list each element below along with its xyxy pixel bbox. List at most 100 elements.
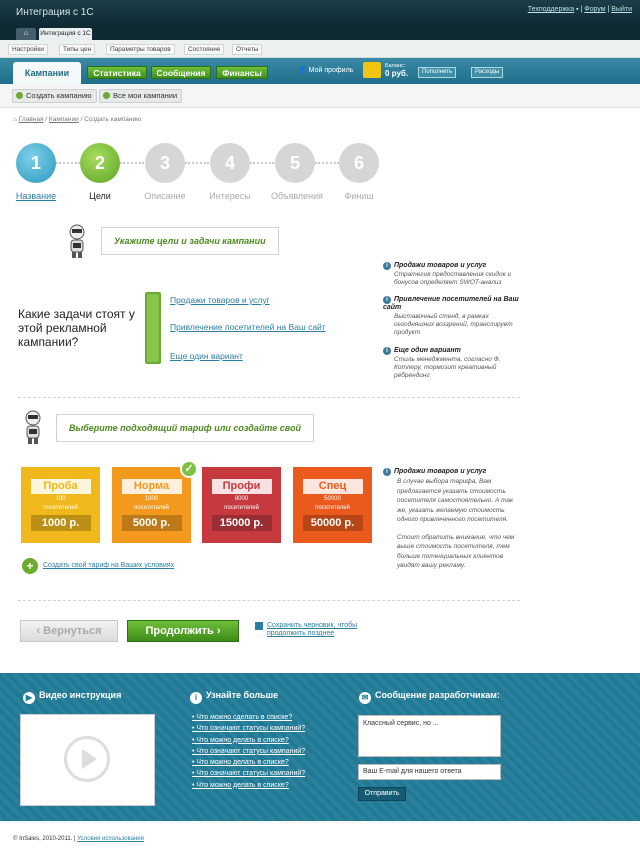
goal-option-sales[interactable]: Продажи товаров и услуг <box>170 295 270 305</box>
tariff-card-norma[interactable]: Норма 1000 посетителей 5000 р. <box>112 467 191 543</box>
message-textarea[interactable]: Классный сервис, но ... <box>358 715 501 757</box>
goal-option-other[interactable]: Еще один вариант <box>170 351 243 361</box>
sub-nav: Настройки Типы цен Параметры товаров Сос… <box>0 40 640 58</box>
expenses-button[interactable]: Расходы <box>471 67 504 78</box>
send-button[interactable]: Отправить <box>358 787 406 801</box>
goals-bracket <box>145 292 161 364</box>
back-label: Вернуться <box>43 625 102 637</box>
forum-link[interactable]: Форум <box>584 6 605 13</box>
step-connector <box>185 162 209 164</box>
tariff-unit: посетителей <box>43 505 78 511</box>
nav-campaigns[interactable]: Кампании <box>13 62 81 84</box>
user-icon: 👤 <box>298 67 307 74</box>
tariff-card-proba[interactable]: Проба 100 посетителей 1000 р. <box>21 467 100 543</box>
save-icon <box>255 622 263 630</box>
step-1-label[interactable]: Название <box>6 191 66 201</box>
tariff-name: Профи <box>211 479 272 494</box>
step-5: 5 <box>275 143 315 183</box>
step-3-label: Описание <box>144 191 186 201</box>
video-icon: ▶ <box>23 692 35 704</box>
tariff-card-spec[interactable]: Спец 50000 посетителей 50000 р. <box>293 467 372 543</box>
chat-icon: ✉ <box>359 692 371 704</box>
home-tab[interactable]: ⌂ <box>16 28 36 40</box>
subnav-product-params[interactable]: Параметры товаров <box>106 44 175 55</box>
nav-statistics[interactable]: Статистика <box>87 66 147 79</box>
tariffs-hint-bubble: Выберите подходящий тариф или создайте с… <box>56 414 314 442</box>
goal-info-2: i Привлечение посетителей на Ваш сайт Выс… <box>383 296 523 337</box>
info-icon: i <box>383 262 391 270</box>
subnav-status[interactable]: Состояние <box>184 44 225 55</box>
all-campaigns-label: Все мои кампании <box>113 91 178 100</box>
tariff-visits: 8000 <box>234 496 249 502</box>
save-draft-link[interactable]: Сохранить черновик, чтобы продолжить поз… <box>267 622 377 638</box>
tariff-visits: 50000 <box>324 496 341 502</box>
help-link[interactable]: Что можно делать в списке? <box>192 780 305 791</box>
goal-option-traffic[interactable]: Привлечение посетителей на Ваш сайт <box>170 322 326 332</box>
goal-info-3-title: Еще один вариант <box>394 347 461 354</box>
create-own-tariff-link[interactable]: Создать свой тариф на Ваших условиях <box>43 562 174 569</box>
info-icon: i <box>383 468 391 476</box>
goals-question: Какие задачи стоят у этой рекламной камп… <box>18 307 135 349</box>
copyright-text: © InSales, 2010-2011. <box>13 836 73 842</box>
help-link[interactable]: Что означают статусы кампаний? <box>192 723 305 734</box>
help-link[interactable]: Что означают статусы кампаний? <box>192 746 305 757</box>
all-campaigns-button[interactable]: Все мои кампании <box>99 89 183 103</box>
plus-icon <box>16 92 23 99</box>
create-campaign-label: Создать кампанию <box>26 91 92 100</box>
terms-link[interactable]: Условия использования <box>77 836 144 842</box>
wallet-icon <box>363 62 381 78</box>
support-link[interactable]: Техподдержка <box>528 6 574 13</box>
divider <box>18 397 520 398</box>
tariff-info-title: Продажи товаров и услуг <box>394 468 487 475</box>
continue-button[interactable]: Продолжить › <box>127 620 239 642</box>
step-4: 4 <box>210 143 250 183</box>
nav-finance[interactable]: Финансы <box>216 66 268 79</box>
goal-info-2-title: Привлечение посетителей на Ваш сайт <box>383 296 519 311</box>
goal-info-3-text: Стиль менеджмента, согласно Ф. Котлеру, … <box>394 356 501 379</box>
email-field[interactable]: Ваш E-mail для нашего ответа <box>358 764 501 780</box>
tariff-price: 15000 р. <box>211 515 272 531</box>
help-link[interactable]: Что можно сделать в списке? <box>192 712 305 723</box>
crumb-campaigns[interactable]: Кампании <box>49 116 79 123</box>
tab-row <box>0 26 640 40</box>
tariff-name: Норма <box>121 479 182 494</box>
tariff-unit: посетителей <box>224 505 259 511</box>
goal-info-1-title: Продажи товаров и услуг <box>394 262 487 269</box>
topup-button[interactable]: Пополнить <box>418 67 457 78</box>
tariff-info-p1: В случае выбора тарифа, Вам предлагается… <box>397 478 514 523</box>
crumb-home[interactable]: Главная <box>19 116 44 123</box>
tariff-unit: посетителей <box>134 505 169 511</box>
nav-messages[interactable]: Сообщения <box>151 66 211 79</box>
step-1[interactable]: 1 <box>16 143 56 183</box>
logout-link[interactable]: Выйти <box>611 6 632 13</box>
info-icon: i <box>383 347 391 355</box>
help-link[interactable]: Что можно делать в списке? <box>192 735 305 746</box>
tariff-visits: 1000 <box>144 496 159 502</box>
goal-info-1-text: Стратегия предоставления скидок и бонусо… <box>394 271 512 286</box>
step-5-label: Объявления <box>270 191 324 201</box>
back-button[interactable]: ‹ Вернуться <box>20 620 118 642</box>
balance: Баланс: 0 руб. <box>385 63 408 79</box>
profile-link[interactable]: 👤 Мой профиль <box>298 66 353 74</box>
info-icon: i <box>190 692 202 704</box>
breadcrumb: ⌂ Главная / Кампании / Создать кампанию <box>13 116 142 123</box>
subnav-price-types[interactable]: Типы цен <box>59 44 96 55</box>
robot-mascot-icon <box>66 224 88 260</box>
balance-value: 0 руб. <box>385 69 409 78</box>
subnav-settings[interactable]: Настройки <box>8 44 48 55</box>
tariff-name: Спец <box>302 479 363 494</box>
crumb-current: Создать кампанию <box>84 116 142 123</box>
tariff-unit: посетителей <box>315 505 350 511</box>
tab-integration[interactable]: Интеграция с 1С <box>39 28 92 40</box>
tariff-card-profi[interactable]: Профи 8000 посетителей 15000 р. <box>202 467 281 543</box>
help-link[interactable]: Что означают статусы кампаний? <box>192 768 305 779</box>
step-2: 2 <box>80 143 120 183</box>
create-campaign-button[interactable]: Создать кампанию <box>12 89 97 103</box>
subnav-reports[interactable]: Отчеты <box>232 44 263 55</box>
help-link[interactable]: Что можно делать в списке? <box>192 757 305 768</box>
app-title: Интеграция с 1С <box>16 7 94 18</box>
play-icon[interactable] <box>64 736 110 782</box>
add-tariff-icon[interactable]: + <box>22 558 38 574</box>
selected-check-icon: ✓ <box>180 460 198 478</box>
goal-info-3: i Еще один вариант Стиль менеджмента, сог… <box>383 347 523 380</box>
